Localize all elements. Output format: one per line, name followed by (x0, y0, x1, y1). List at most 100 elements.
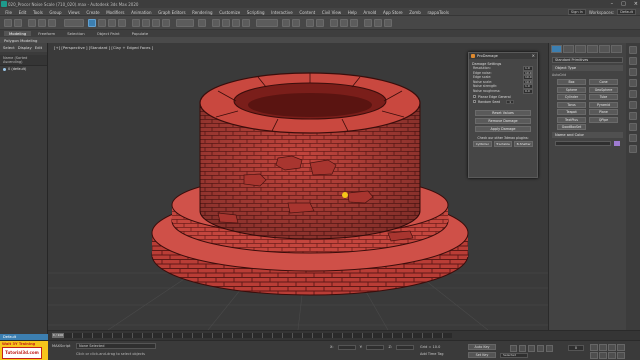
menu-item[interactable]: Rendering (189, 10, 216, 15)
pivot-icon[interactable] (198, 19, 206, 27)
object-color-swatch[interactable] (614, 141, 620, 146)
percent-snap-icon[interactable] (232, 19, 240, 27)
primitive-button[interactable]: Torus (557, 101, 586, 108)
modify-tab-icon[interactable] (563, 45, 574, 53)
random-seed-checkbox[interactable]: Random Seed 1 (473, 99, 533, 104)
timeline[interactable]: 0 / 100 (48, 330, 640, 340)
autogrid-checkbox[interactable]: AutoGrid (552, 73, 623, 77)
strip-icon-5[interactable] (629, 90, 637, 98)
primitive-button[interactable]: Tube (589, 94, 618, 100)
pan-icon[interactable] (599, 352, 607, 359)
ribbon-tab[interactable]: Freeform (33, 31, 60, 36)
select-by-name-icon[interactable] (98, 19, 106, 27)
next-frame-icon[interactable] (537, 345, 544, 352)
menu-item[interactable]: Tools (30, 10, 46, 15)
remove-damage-button[interactable]: Remove Damage (475, 117, 531, 124)
cylroller-button[interactable]: CyIRoller (473, 140, 492, 147)
utilities-tab-icon[interactable] (611, 45, 622, 53)
maximize-viewport-icon[interactable] (617, 352, 625, 359)
explorer-layer-row[interactable]: 0 (default) (0, 66, 47, 72)
strip-icon-1[interactable] (629, 46, 637, 54)
ribbon-tab[interactable]: Populate (127, 31, 154, 36)
named-selection-select[interactable] (256, 19, 278, 27)
redo-icon[interactable] (14, 19, 22, 27)
goto-end-icon[interactable] (546, 345, 553, 352)
menu-item[interactable]: Interactive (268, 10, 296, 15)
menu-item[interactable]: Group (46, 10, 65, 15)
checkbox-icon[interactable] (473, 100, 476, 104)
menu-item[interactable]: Content (296, 10, 319, 15)
menu-item[interactable]: Views (65, 10, 83, 15)
primitive-button[interactable]: Box (557, 79, 586, 85)
tractable-button[interactable]: Tractable (493, 140, 513, 147)
current-frame-field[interactable]: 0 (568, 345, 584, 351)
explorer-tab-display[interactable]: Display (18, 45, 32, 50)
scale-icon[interactable] (152, 19, 160, 27)
zoom-all-icon[interactable] (599, 344, 607, 351)
strip-icon-6[interactable] (629, 101, 637, 109)
ribbon-tab[interactable]: Modeling (4, 31, 32, 36)
primitive-button[interactable]: Sphere (557, 86, 586, 93)
link-icon[interactable] (28, 19, 36, 27)
bshatter-button[interactable]: B-Shatter (514, 140, 534, 147)
explorer-tab-select[interactable]: Select (3, 45, 15, 50)
motion-tab-icon[interactable] (587, 45, 598, 53)
hierarchy-tab-icon[interactable] (575, 45, 586, 53)
menu-item[interactable]: Zomb (406, 10, 424, 15)
menu-item[interactable]: rappaTools (424, 10, 452, 15)
ribbon-tab[interactable]: Selection (62, 31, 90, 36)
menu-item[interactable]: App Store (380, 10, 406, 15)
menu-item[interactable]: Modifiers (103, 10, 128, 15)
maximize-icon[interactable]: □ (621, 1, 626, 7)
param-spinner[interactable]: 0.0 (523, 88, 533, 94)
primitive-button[interactable]: QPipe (589, 116, 618, 123)
menu-item[interactable]: Help (344, 10, 360, 15)
prev-frame-icon[interactable] (519, 345, 526, 352)
zoom-icon[interactable] (590, 344, 598, 351)
fov-icon[interactable] (590, 352, 598, 359)
undo-icon[interactable] (4, 19, 12, 27)
rect-region-icon[interactable] (108, 19, 116, 27)
strip-icon-3[interactable] (629, 68, 637, 76)
primitive-button[interactable]: TextPlus (557, 116, 586, 123)
close-icon[interactable]: × (634, 1, 638, 7)
window-crossing-icon[interactable] (118, 19, 126, 27)
strip-icon-7[interactable] (629, 112, 637, 120)
placement-icon[interactable] (162, 19, 170, 27)
align-icon[interactable] (292, 19, 300, 27)
strip-icon-8[interactable] (629, 123, 637, 131)
menu-item[interactable]: Graph Editors (155, 10, 189, 15)
object-name-input[interactable] (555, 141, 611, 146)
ribbon-toggle-icon[interactable] (316, 19, 324, 27)
material-editor-icon[interactable] (350, 19, 358, 27)
visibility-icon[interactable] (3, 67, 6, 71)
strip-icon-4[interactable] (629, 79, 637, 87)
auto-key-button[interactable]: Auto Key (468, 344, 496, 350)
curve-editor-icon[interactable] (330, 19, 338, 27)
angle-snap-icon[interactable] (222, 19, 230, 27)
render-icon[interactable] (384, 19, 392, 27)
strip-icon-9[interactable] (629, 134, 637, 142)
prodamage-titlebar[interactable]: ProDamage × (469, 53, 537, 59)
polygon-modeling-label[interactable]: Polygon Modeling (4, 38, 37, 43)
render-setup-icon[interactable] (364, 19, 372, 27)
planar-edge-checkbox[interactable]: Planar Edge General (473, 95, 533, 99)
primitive-button[interactable]: Cone (589, 79, 618, 85)
selection-filter-select[interactable] (64, 19, 84, 27)
layer-explorer-icon[interactable] (306, 19, 314, 27)
menu-item[interactable]: Animation (128, 10, 155, 15)
unlink-icon[interactable] (38, 19, 46, 27)
add-time-tag[interactable]: Add Time Tag (420, 352, 444, 356)
time-slider[interactable]: 0 / 100 (52, 333, 64, 338)
object-type-rollout[interactable]: Object Type (552, 65, 623, 71)
viewport-label[interactable]: [+] [Perspective ] [Standard ] [Clay + E… (54, 45, 153, 50)
menu-item[interactable]: Civil View (319, 10, 345, 15)
apply-damage-button[interactable]: Apply Damage (475, 125, 531, 132)
play-icon[interactable] (528, 345, 535, 352)
close-icon[interactable]: × (532, 53, 535, 59)
menu-item[interactable]: Customize (216, 10, 244, 15)
seed-field[interactable]: 1 (506, 99, 515, 104)
primitive-button[interactable]: Pyramid (589, 101, 618, 108)
y-field[interactable] (366, 345, 385, 350)
rotate-icon[interactable] (142, 19, 150, 27)
